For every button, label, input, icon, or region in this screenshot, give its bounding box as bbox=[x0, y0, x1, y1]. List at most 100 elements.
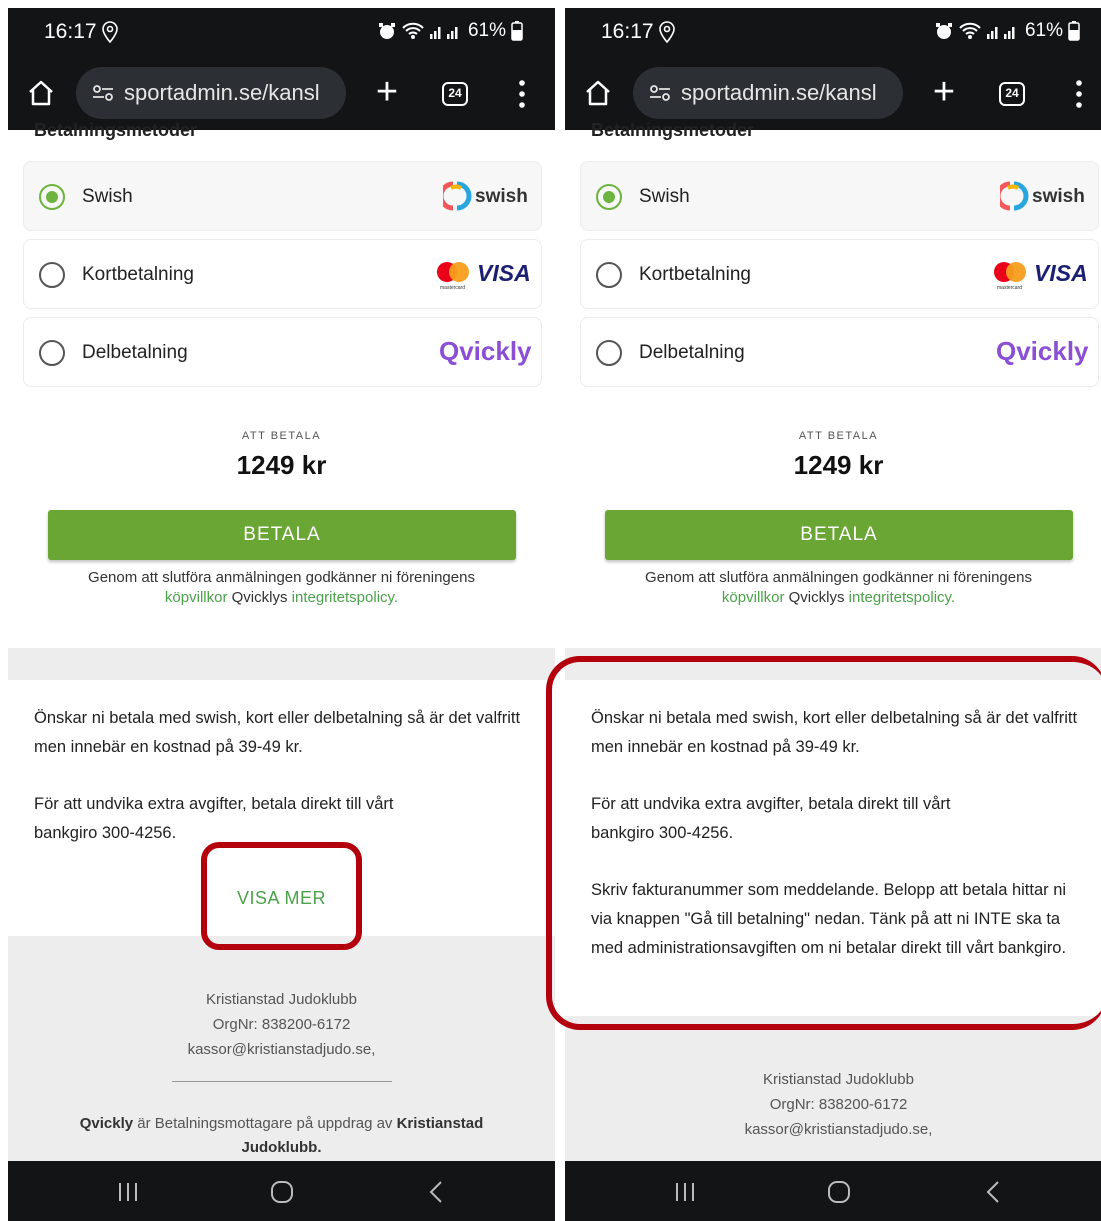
status-time: 16:17 bbox=[44, 20, 97, 43]
footer-club: Kristianstad Judoklubb bbox=[763, 1071, 914, 1088]
radio-selected[interactable] bbox=[596, 184, 622, 210]
signal-icon bbox=[429, 27, 458, 39]
option-label: Delbetalning bbox=[639, 342, 745, 363]
status-icons: 61% bbox=[377, 20, 523, 42]
home-icon[interactable] bbox=[583, 78, 613, 108]
payment-option-installment[interactable]: Delbetalning Qvickly bbox=[580, 317, 1099, 387]
terms-text: Genom att slutföra anmälningen godkänner… bbox=[38, 568, 525, 608]
purchase-terms-link[interactable]: köpvillkor bbox=[165, 589, 228, 606]
battery-percent: 61% bbox=[467, 20, 506, 41]
qvickly-logo: Qvickly bbox=[439, 336, 532, 366]
highlight-box-expanded-info bbox=[546, 656, 1101, 1030]
location-icon bbox=[102, 21, 118, 44]
wifi-icon bbox=[959, 22, 981, 39]
footer-email: kassor@kristianstadjudo.se, bbox=[744, 1121, 933, 1138]
mastercard-visa-logo: mastercard VISA bbox=[994, 260, 1088, 291]
payment-option-swish[interactable]: Swish swish bbox=[580, 161, 1099, 231]
footer-orgnr: OrgNr: 838200-6172 bbox=[212, 1016, 351, 1033]
terms-mid: Qvicklys bbox=[788, 589, 845, 606]
terms-prefix: Genom att slutföra anmälningen godkänner… bbox=[645, 569, 1032, 586]
terms-text: Genom att slutföra anmälningen godkänner… bbox=[595, 568, 1082, 608]
privacy-policy-link[interactable]: integritetspolicy. bbox=[849, 589, 955, 606]
option-label: Kortbetalning bbox=[82, 264, 194, 285]
radio-unselected[interactable] bbox=[39, 340, 65, 366]
terms-mid: Qvicklys bbox=[231, 589, 288, 606]
pay-button[interactable]: BETALA bbox=[605, 510, 1073, 560]
purchase-terms-link[interactable]: köpvillkor bbox=[722, 589, 785, 606]
option-label: Swish bbox=[639, 186, 690, 207]
android-nav-bar bbox=[565, 1161, 1101, 1221]
battery-icon bbox=[511, 21, 523, 41]
tab-count-button[interactable]: 24 bbox=[442, 82, 468, 106]
status-time: 16:17 bbox=[601, 20, 654, 43]
swish-logo: swish bbox=[1000, 181, 1085, 211]
status-bar: 16:17 61% bbox=[8, 8, 555, 58]
url-text: sportadmin.se/kansl bbox=[124, 80, 320, 105]
new-tab-icon[interactable]: + bbox=[924, 72, 964, 112]
footer-orgnr: OrgNr: 838200-6172 bbox=[769, 1096, 908, 1113]
new-tab-icon[interactable]: + bbox=[367, 72, 407, 112]
svg-text:swish: swish bbox=[475, 186, 528, 207]
payment-option-card[interactable]: Kortbetalning mastercard VISA bbox=[23, 239, 542, 309]
more-menu-icon[interactable] bbox=[514, 78, 530, 110]
signal-icon bbox=[986, 27, 1015, 39]
battery-icon bbox=[1068, 21, 1080, 41]
back-icon[interactable] bbox=[422, 1177, 452, 1207]
site-settings-icon[interactable] bbox=[649, 84, 671, 102]
info-paragraph-fees: Önskar ni betala med swish, kort eller d… bbox=[34, 709, 521, 756]
info-paragraph-bankgiro: För att undvika extra avgifter, betala d… bbox=[34, 795, 394, 842]
android-nav-bar bbox=[8, 1161, 555, 1221]
privacy-policy-link[interactable]: integritetspolicy. bbox=[292, 589, 398, 606]
section-title: Betalningsmetoder bbox=[591, 120, 755, 140]
footer-email: kassor@kristianstadjudo.se, bbox=[187, 1041, 376, 1058]
battery-percent: 61% bbox=[1024, 20, 1063, 41]
url-text: sportadmin.se/kansl bbox=[681, 80, 877, 105]
recent-apps-icon[interactable] bbox=[113, 1177, 143, 1207]
option-label: Swish bbox=[82, 186, 133, 207]
radio-unselected[interactable] bbox=[596, 340, 622, 366]
section-title: Betalningsmetoder bbox=[34, 120, 198, 140]
swish-logo: swish bbox=[443, 181, 528, 211]
wifi-icon bbox=[402, 22, 424, 39]
footer-divider bbox=[172, 1081, 392, 1082]
payment-option-installment[interactable]: Delbetalning Qvickly bbox=[23, 317, 542, 387]
status-bar: 16:17 61% bbox=[565, 8, 1101, 58]
option-label: Delbetalning bbox=[82, 342, 188, 363]
recent-apps-icon[interactable] bbox=[670, 1177, 700, 1207]
address-bar[interactable]: sportadmin.se/kansl bbox=[633, 67, 903, 119]
svg-text:VISA: VISA bbox=[1034, 260, 1088, 286]
footer-note: Qvickly är Betalningsmottagare på uppdra… bbox=[48, 1112, 515, 1160]
amount-due-value: 1249 kr bbox=[793, 450, 884, 480]
svg-text:Qvickly: Qvickly bbox=[439, 336, 532, 366]
home-icon[interactable] bbox=[26, 78, 56, 108]
mastercard-visa-logo: mastercard VISA bbox=[437, 260, 531, 291]
highlight-box-show-more bbox=[201, 842, 362, 950]
alarm-icon bbox=[935, 23, 952, 39]
amount-due-value: 1249 kr bbox=[236, 450, 327, 480]
svg-text:mastercard: mastercard bbox=[997, 285, 1022, 291]
site-settings-icon[interactable] bbox=[92, 84, 114, 102]
svg-text:mastercard: mastercard bbox=[440, 285, 465, 291]
more-menu-icon[interactable] bbox=[1071, 78, 1087, 110]
home-nav-icon[interactable] bbox=[267, 1177, 297, 1207]
radio-unselected[interactable] bbox=[596, 262, 622, 288]
radio-selected[interactable] bbox=[39, 184, 65, 210]
pay-button[interactable]: BETALA bbox=[48, 510, 516, 560]
address-bar[interactable]: sportadmin.se/kansl bbox=[76, 67, 346, 119]
payment-option-card[interactable]: Kortbetalning mastercard VISA bbox=[580, 239, 1099, 309]
svg-text:VISA: VISA bbox=[477, 260, 531, 286]
terms-prefix: Genom att slutföra anmälningen godkänner… bbox=[88, 569, 475, 586]
payment-card: Betalningsmetoder Swish swish Kortbetaln… bbox=[565, 120, 1101, 648]
alarm-icon bbox=[378, 23, 395, 39]
footer-club: Kristianstad Judoklubb bbox=[206, 991, 357, 1008]
amount-due-label: ATT BETALA bbox=[798, 430, 879, 442]
home-nav-icon[interactable] bbox=[824, 1177, 854, 1207]
status-icons: 61% bbox=[934, 20, 1080, 42]
amount-due-label: ATT BETALA bbox=[241, 430, 322, 442]
radio-unselected[interactable] bbox=[39, 262, 65, 288]
footer-brand: Qvickly bbox=[79, 1115, 134, 1132]
payment-option-swish[interactable]: Swish swish bbox=[23, 161, 542, 231]
back-icon[interactable] bbox=[979, 1177, 1009, 1207]
tab-count-button[interactable]: 24 bbox=[999, 82, 1025, 106]
phone-screenshot-left: 16:17 61% sportadmin.se/kansl + 24 Betal… bbox=[8, 8, 555, 1221]
